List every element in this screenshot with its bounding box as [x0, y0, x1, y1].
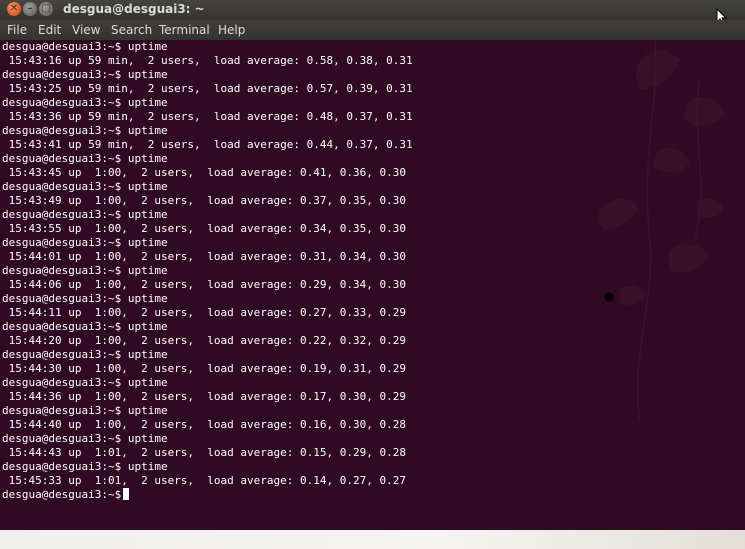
- terminal-line: 15:44:30 up 1:00, 2 users, load average:…: [2, 362, 406, 375]
- menu-view[interactable]: View: [72, 23, 100, 37]
- terminal-line: desgua@desguai3:~$ uptime: [2, 320, 168, 333]
- menu-search[interactable]: Search: [111, 23, 152, 37]
- terminal-line: desgua@desguai3:~$ uptime: [2, 40, 168, 53]
- terminal-line: 15:45:33 up 1:01, 2 users, load average:…: [2, 474, 406, 487]
- terminal-line: 15:43:36 up 59 min, 2 users, load averag…: [2, 110, 413, 123]
- terminal-line: 15:44:36 up 1:00, 2 users, load average:…: [2, 390, 406, 403]
- terminal-line: 15:43:16 up 59 min, 2 users, load averag…: [2, 54, 413, 67]
- terminal-line: 15:43:55 up 1:00, 2 users, load average:…: [2, 222, 406, 235]
- menu-file[interactable]: File: [7, 23, 27, 37]
- terminal-line: desgua@desguai3:~$ uptime: [2, 460, 168, 473]
- terminal-line: desgua@desguai3:~$ uptime: [2, 432, 168, 445]
- terminal-line: desgua@desguai3:~$ uptime: [2, 348, 168, 361]
- terminal-line: 15:44:01 up 1:00, 2 users, load average:…: [2, 250, 406, 263]
- terminal-line: 15:44:40 up 1:00, 2 users, load average:…: [2, 418, 406, 431]
- dot-icon: [604, 292, 614, 302]
- terminal-line: desgua@desguai3:~$ uptime: [2, 152, 168, 165]
- terminal-line: desgua@desguai3:~$ uptime: [2, 376, 168, 389]
- menu-edit[interactable]: Edit: [38, 23, 61, 37]
- terminal-line: 15:43:49 up 1:00, 2 users, load average:…: [2, 194, 406, 207]
- terminal-line: desgua@desguai3:~$ uptime: [2, 96, 168, 109]
- terminal-line: desgua@desguai3:~$ uptime: [2, 264, 168, 277]
- terminal-line: desgua@desguai3:~$ uptime: [2, 124, 168, 137]
- title-bar: ✕ – □ desgua@desguai3: ~: [0, 0, 745, 26]
- terminal-line: desgua@desguai3:~$ uptime: [2, 236, 168, 249]
- minimize-button[interactable]: –: [23, 2, 37, 16]
- terminal-line: 15:44:43 up 1:01, 2 users, load average:…: [2, 446, 406, 459]
- terminal-line: 15:43:41 up 59 min, 2 users, load averag…: [2, 138, 413, 151]
- terminal-prompt-line[interactable]: desgua@desguai3:~$: [2, 488, 413, 502]
- menu-terminal[interactable]: Terminal: [159, 23, 210, 37]
- menu-help[interactable]: Help: [218, 23, 245, 37]
- terminal-line: desgua@desguai3:~$ uptime: [2, 404, 168, 417]
- window-title: desgua@desguai3: ~: [63, 2, 205, 16]
- terminal-line: 15:44:20 up 1:00, 2 users, load average:…: [2, 334, 406, 347]
- terminal-line: 15:43:25 up 59 min, 2 users, load averag…: [2, 82, 413, 95]
- terminal-line: 15:43:45 up 1:00, 2 users, load average:…: [2, 166, 406, 179]
- terminal-line: 15:44:06 up 1:00, 2 users, load average:…: [2, 278, 406, 291]
- terminal-line: 15:44:11 up 1:00, 2 users, load average:…: [2, 306, 406, 319]
- terminal-prompt: desgua@desguai3:~$: [2, 488, 122, 501]
- terminal-line: desgua@desguai3:~$ uptime: [2, 292, 168, 305]
- desktop-background-strip: [0, 530, 745, 549]
- maximize-button[interactable]: □: [39, 2, 53, 16]
- terminal-line: desgua@desguai3:~$ uptime: [2, 180, 168, 193]
- text-cursor: [123, 488, 130, 500]
- close-button[interactable]: ✕: [7, 2, 21, 16]
- terminal-text: desgua@desguai3:~$ uptime 15:43:16 up 59…: [2, 40, 413, 502]
- terminal-output-area[interactable]: desgua@desguai3:~$ uptime 15:43:16 up 59…: [0, 40, 745, 530]
- menu-bar: File Edit View Search Terminal Help: [0, 20, 745, 40]
- terminal-line: desgua@desguai3:~$ uptime: [2, 208, 168, 221]
- terminal-line: desgua@desguai3:~$ uptime: [2, 68, 168, 81]
